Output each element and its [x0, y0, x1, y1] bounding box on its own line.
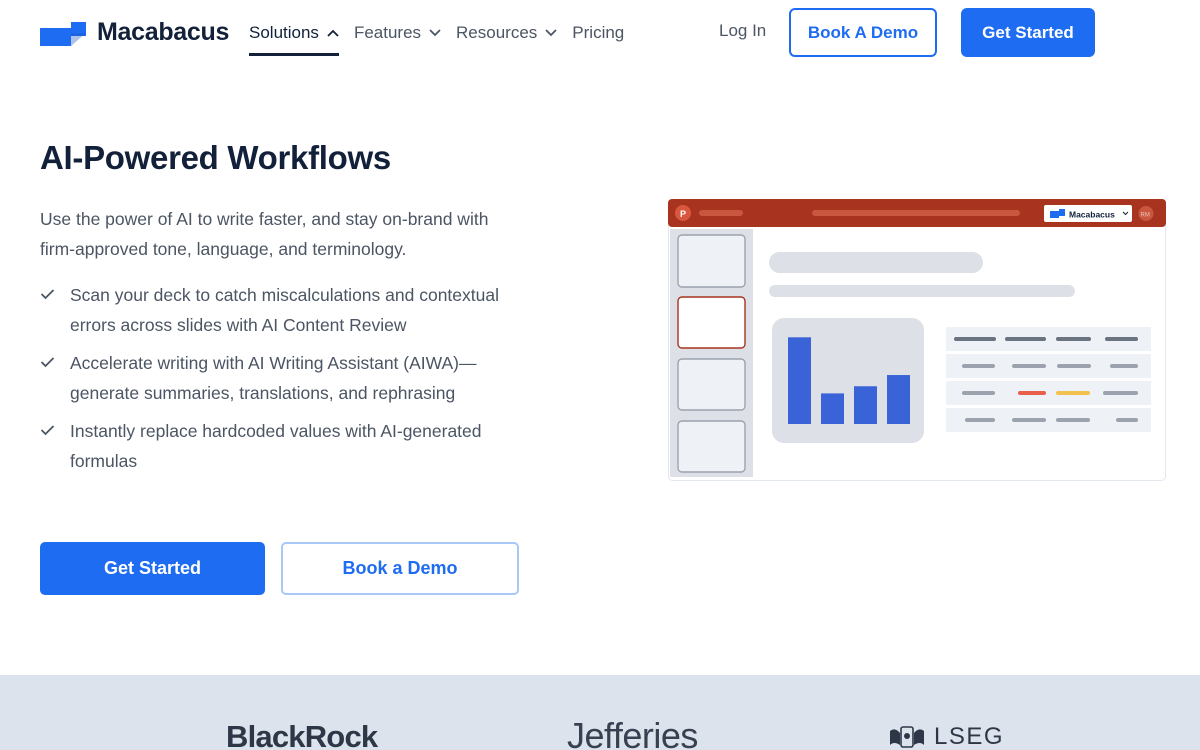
chart-bar: [788, 337, 811, 424]
login-link[interactable]: Log In: [719, 21, 766, 41]
list-item: Accelerate writing with AI Writing Assis…: [40, 348, 530, 408]
chart-bar: [887, 375, 910, 424]
check-icon: [40, 289, 55, 300]
chevron-up-icon: [327, 29, 339, 37]
brand-name: Macabacus: [97, 18, 230, 46]
addin-label: Macabacus: [1069, 210, 1115, 220]
table-cell-line: [1005, 337, 1046, 341]
table-cell-line: [1103, 391, 1138, 395]
nav-item-pricing[interactable]: Pricing: [572, 0, 624, 66]
chart-bar: [854, 386, 877, 424]
svg-text:P: P: [680, 209, 686, 219]
nav-item-label: Features: [353, 23, 422, 42]
macabacus-logo-icon: [40, 22, 86, 46]
client-logo-blackrock: BlackRock: [226, 719, 378, 750]
slide-title-placeholder: [769, 252, 983, 273]
check-icon: [40, 357, 55, 368]
chevron-down-icon: [429, 29, 441, 37]
table-cell-line: [1018, 391, 1046, 395]
main-menu: Solutions Features Resources Pricing: [249, 0, 639, 66]
table-cell-line: [962, 391, 995, 395]
slide-thumbnail: [677, 420, 746, 473]
product-illustration: P Macabacus RM: [668, 199, 1166, 481]
client-logo-band: BlackRock Jefferies LSEG: [0, 675, 1200, 750]
client-logo-jefferies: Jefferies: [567, 715, 698, 750]
slide-thumbnail: [677, 358, 746, 411]
nav-item-label: Pricing: [572, 23, 625, 42]
nav-item-resources[interactable]: Resources: [456, 0, 557, 66]
chevron-down-icon: [545, 29, 557, 37]
feature-list: Scan your deck to catch miscalculations …: [40, 280, 530, 484]
avatar-initials: RM: [1141, 213, 1150, 219]
table-cell-line: [1056, 337, 1091, 341]
client-logo-lseg: LSEG: [888, 723, 1004, 750]
feature-text: Instantly replace hardcoded values with …: [70, 421, 482, 471]
table-cell-line: [1105, 337, 1138, 341]
top-nav: Macabacus Solutions Features Resources P…: [0, 0, 1200, 66]
slide-subtitle-placeholder: [769, 285, 1075, 297]
feature-text: Scan your deck to catch miscalculations …: [70, 285, 499, 335]
table-cell-line: [1056, 418, 1090, 422]
table-cell-line: [965, 418, 995, 422]
book-demo-button[interactable]: Book A Demo: [789, 8, 937, 57]
table-cell-line: [1116, 418, 1138, 422]
nav-item-solutions[interactable]: Solutions: [249, 0, 339, 66]
nav-item-features[interactable]: Features: [354, 0, 441, 66]
macabacus-logo[interactable]: Macabacus: [40, 18, 229, 47]
get-started-button[interactable]: Get Started: [961, 8, 1095, 57]
nav-item-label: Solutions: [249, 23, 319, 42]
macabacus-addin-button: Macabacus: [1044, 205, 1132, 222]
table-cell-line: [1012, 364, 1046, 368]
page-title: AI-Powered Workflows: [40, 139, 391, 176]
list-item: Scan your deck to catch miscalculations …: [40, 280, 530, 340]
slide-thumbnail: [677, 234, 746, 288]
hero-get-started-button[interactable]: Get Started: [40, 542, 265, 595]
feature-text: Accelerate writing with AI Writing Assis…: [70, 353, 477, 403]
table-cell-line: [962, 364, 995, 368]
table-cell-line: [954, 337, 996, 341]
lseg-wordmark: LSEG: [934, 723, 1005, 750]
list-item: Instantly replace hardcoded values with …: [40, 416, 530, 476]
slide-thumbnail-selected: [677, 296, 746, 349]
table-cell-line: [1057, 364, 1091, 368]
nav-item-label: Resources: [456, 23, 538, 42]
hero-description: Use the power of AI to write faster, and…: [40, 209, 489, 259]
chart-bar: [821, 393, 844, 424]
table-cell-line: [1012, 418, 1046, 422]
lseg-crest-icon: [890, 726, 924, 748]
check-icon: [40, 425, 55, 436]
hero-book-demo-button[interactable]: Book a Demo: [281, 542, 519, 595]
table-cell-line: [1056, 391, 1090, 395]
table-cell-line: [1110, 364, 1138, 368]
